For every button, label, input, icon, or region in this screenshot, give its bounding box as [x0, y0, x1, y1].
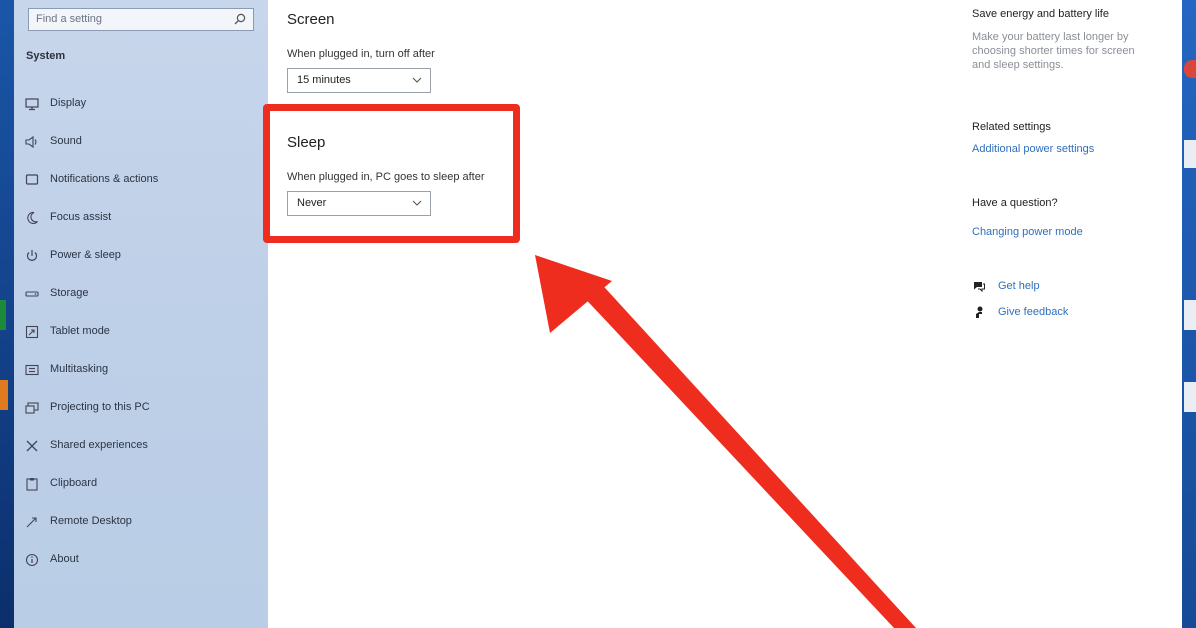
sidebar-item-tablet-mode[interactable]: Tablet mode: [24, 318, 264, 346]
sidebar-section-title: System: [26, 50, 66, 62]
main-content: Screen When plugged in, turn off after 1…: [268, 0, 968, 628]
sidebar-item-label: Sound: [50, 135, 82, 147]
search-box[interactable]: Find a setting: [28, 8, 254, 31]
additional-power-settings-link[interactable]: Additional power settings: [972, 143, 1094, 155]
sidebar-item-label: Multitasking: [50, 363, 109, 375]
desktop-background-right: [1182, 0, 1196, 628]
sidebar-item-about[interactable]: About: [24, 546, 264, 574]
desktop-icon-fragment: [1184, 60, 1196, 78]
shared-icon: [26, 440, 38, 452]
sidebar-item-label: Power & sleep: [50, 249, 121, 261]
related-settings-title: Related settings: [972, 121, 1051, 133]
search-icon: [234, 13, 246, 25]
clipboard-icon: [26, 478, 38, 491]
screen-section-heading: Screen: [287, 11, 335, 28]
notification-icon: [25, 174, 39, 185]
speaker-icon: [25, 135, 37, 149]
sidebar-item-label: Tablet mode: [50, 325, 110, 337]
multitasking-icon: [25, 364, 39, 376]
monitor-icon: [25, 98, 39, 111]
sidebar-item-label: About: [50, 553, 79, 565]
sidebar-item-power-sleep[interactable]: Power & sleep: [24, 242, 264, 270]
remote-desktop-icon: [26, 517, 37, 528]
sidebar-item-clipboard[interactable]: Clipboard: [24, 470, 264, 498]
sidebar-item-sound[interactable]: Sound: [24, 128, 264, 156]
tip-text: Make your battery last longer by choosin…: [972, 31, 1135, 71]
sidebar-item-label: Notifications & actions: [50, 173, 159, 185]
question-title: Have a question?: [972, 197, 1058, 209]
storage-icon: [25, 291, 39, 297]
sidebar-item-label: Display: [50, 97, 87, 109]
desktop-icon-fragment: [0, 380, 8, 410]
give-feedback-link[interactable]: Give feedback: [998, 306, 1068, 318]
screen-timeout-dropdown[interactable]: 15 minutes: [287, 68, 431, 93]
info-icon: [25, 553, 39, 567]
sleep-highlight-box: [263, 104, 520, 243]
sidebar-item-shared-experiences[interactable]: Shared experiences: [24, 432, 264, 460]
sidebar: Find a setting System Display Sound Noti…: [14, 0, 268, 628]
power-icon: [26, 250, 38, 261]
changing-power-mode-link[interactable]: Changing power mode: [972, 226, 1083, 238]
chat-bubble-icon: [974, 282, 985, 293]
settings-window: Find a setting System Display Sound Noti…: [14, 0, 1182, 628]
sidebar-item-notifications[interactable]: Notifications & actions: [24, 166, 264, 194]
moon-icon: [27, 211, 38, 224]
sidebar-item-multitasking[interactable]: Multitasking: [24, 356, 264, 384]
sidebar-item-label: Clipboard: [50, 477, 98, 489]
search-input[interactable]: Find a setting: [36, 13, 102, 25]
sidebar-item-storage[interactable]: Storage: [24, 280, 264, 308]
desktop-icon-fragment: [1184, 140, 1196, 168]
tip-title: Save energy and battery life: [972, 8, 1109, 20]
sidebar-item-label: Focus assist: [50, 211, 112, 223]
sidebar-item-label: Storage: [50, 287, 89, 299]
desktop-icon-fragment: [1184, 382, 1196, 412]
desktop-icon-fragment: [0, 300, 6, 330]
desktop-icon-fragment: [1184, 300, 1196, 330]
sidebar-item-remote-desktop[interactable]: Remote Desktop: [24, 508, 264, 536]
chevron-down-icon: [412, 77, 422, 83]
dropdown-value: 15 minutes: [297, 74, 351, 86]
projector-icon: [25, 402, 39, 414]
right-info-panel: Save energy and battery life Make your b…: [970, 0, 1182, 628]
sidebar-item-label: Shared experiences: [50, 439, 148, 451]
sidebar-item-focus-assist[interactable]: Focus assist: [24, 204, 264, 232]
tablet-icon: [25, 325, 39, 339]
sidebar-item-projecting[interactable]: Projecting to this PC: [24, 394, 264, 422]
get-help-link[interactable]: Get help: [998, 280, 1040, 292]
sidebar-item-label: Remote Desktop: [50, 515, 132, 527]
feedback-icon: [976, 306, 983, 318]
sidebar-item-display[interactable]: Display: [24, 90, 264, 118]
sidebar-item-label: Projecting to this PC: [50, 401, 150, 413]
desktop-background-left: [0, 0, 14, 628]
screen-plugged-label: When plugged in, turn off after: [287, 48, 435, 60]
